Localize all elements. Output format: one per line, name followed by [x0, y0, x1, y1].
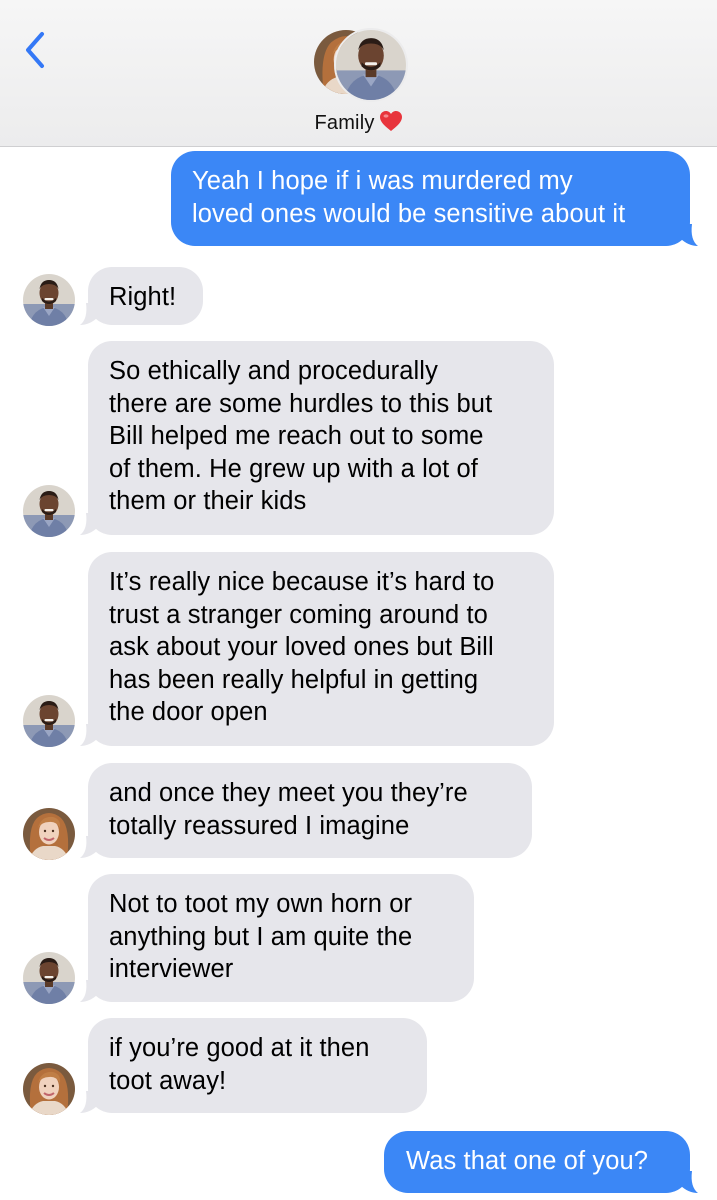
- message-bubble[interactable]: So ethically and procedurally there are …: [88, 341, 554, 535]
- avatar-woman[interactable]: [23, 1063, 75, 1115]
- messages-screen: Family Yeah I hope if i was murdered my …: [0, 0, 717, 1200]
- avatar-man[interactable]: [23, 274, 75, 326]
- bubble-tail: [80, 513, 98, 535]
- bubble-tail: [80, 303, 98, 325]
- conversation-header: Family: [0, 0, 717, 147]
- heart-icon: [379, 110, 403, 138]
- message-bubble[interactable]: Right!: [88, 267, 203, 325]
- avatar-man[interactable]: [23, 695, 75, 747]
- conversation-title[interactable]: Family: [0, 110, 717, 138]
- conversation-title-text: Family: [314, 112, 375, 134]
- message-bubble[interactable]: Not to toot my own horn or anything but …: [88, 874, 474, 1002]
- message-bubble[interactable]: Was that one of you?: [384, 1131, 690, 1193]
- avatar-woman[interactable]: [23, 808, 75, 860]
- bubble-tail: [680, 1171, 698, 1193]
- message-bubble[interactable]: Yeah I hope if i was murdered my loved o…: [171, 151, 690, 246]
- chevron-left-icon: [26, 32, 44, 68]
- message-bubble[interactable]: and once they meet you they’re totally r…: [88, 763, 532, 858]
- back-button[interactable]: [18, 28, 54, 72]
- bubble-tail: [80, 836, 98, 858]
- bubble-tail: [80, 1091, 98, 1113]
- message-bubble[interactable]: if you’re good at it then toot away!: [88, 1018, 427, 1113]
- group-avatar-man: [334, 28, 408, 102]
- bubble-tail: [80, 980, 98, 1002]
- avatar-man[interactable]: [23, 485, 75, 537]
- bubble-tail: [80, 724, 98, 746]
- message-bubble[interactable]: It’s really nice because it’s hard to tr…: [88, 552, 554, 746]
- avatar-man[interactable]: [23, 952, 75, 1004]
- bubble-tail: [680, 224, 698, 246]
- group-avatar[interactable]: [314, 28, 408, 104]
